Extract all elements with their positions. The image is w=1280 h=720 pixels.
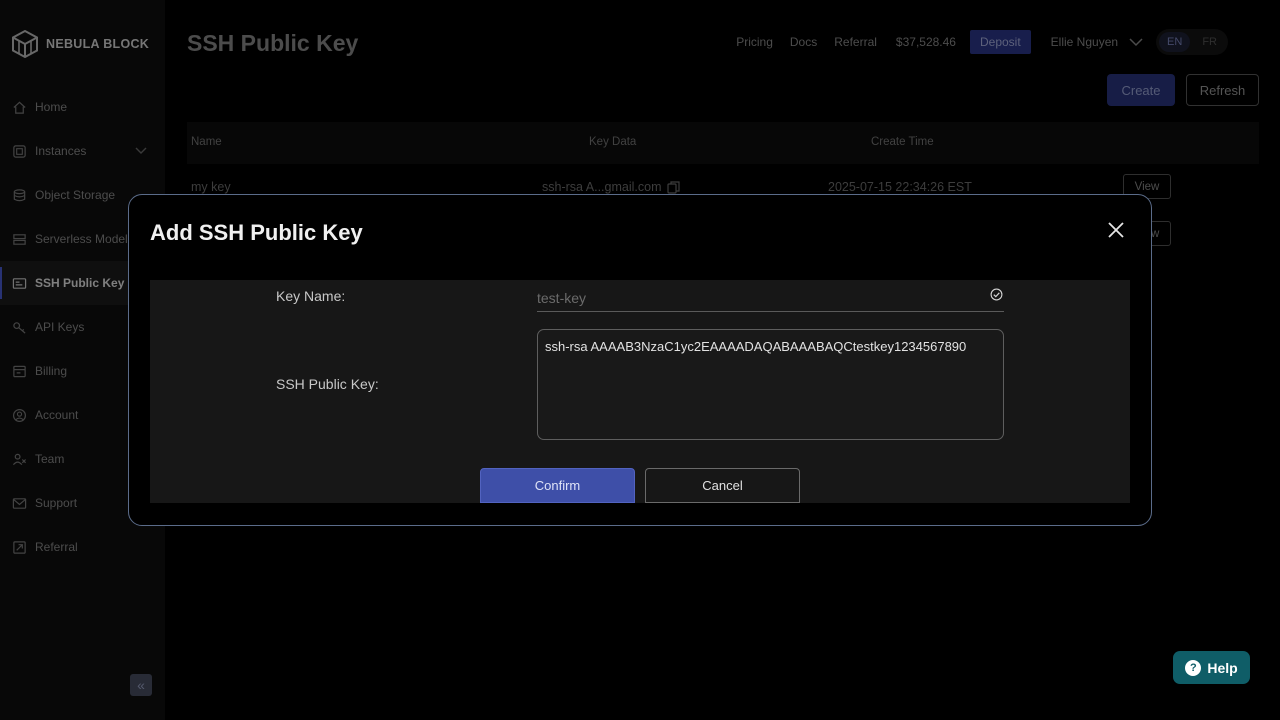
key-name-input[interactable] xyxy=(537,284,1004,312)
ssh-public-key-textarea[interactable] xyxy=(537,329,1004,440)
modal-form: Key Name: SSH Public Key: Confirm Cancel xyxy=(150,280,1130,503)
check-circle-icon xyxy=(990,288,1003,301)
add-ssh-key-modal: Add SSH Public Key Key Name: SSH Public … xyxy=(128,194,1152,526)
help-icon: ? xyxy=(1185,659,1202,676)
app-root: NEBULA BLOCK Home Instances Object Stora… xyxy=(0,0,1280,720)
cancel-button[interactable]: Cancel xyxy=(645,468,800,503)
key-name-label: Key Name: xyxy=(276,288,346,304)
ssh-public-key-label: SSH Public Key: xyxy=(276,376,379,392)
help-label: Help xyxy=(1207,659,1238,676)
modal-title: Add SSH Public Key xyxy=(150,220,363,245)
confirm-button[interactable]: Confirm xyxy=(480,468,635,503)
close-icon[interactable] xyxy=(1107,221,1125,239)
help-button[interactable]: ? Help xyxy=(1173,651,1250,684)
